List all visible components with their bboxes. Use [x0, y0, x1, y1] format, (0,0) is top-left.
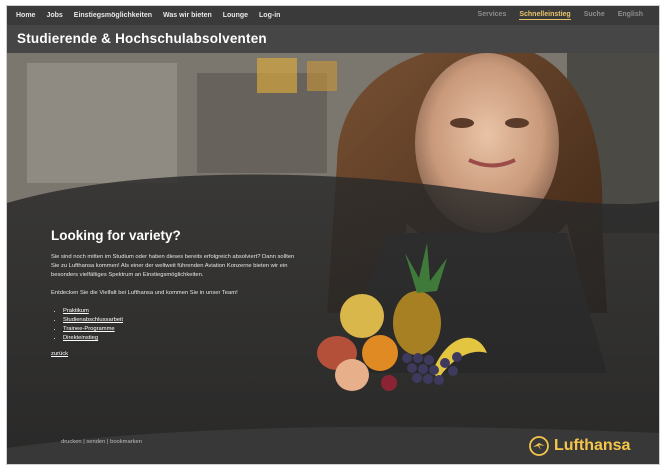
intro-content: Looking for variety? Sie sind noch mitte…: [51, 228, 301, 357]
lufthansa-logo[interactable]: Lufthansa: [529, 436, 630, 456]
service-nav: Services Schnelleinstieg Suche English: [478, 11, 659, 20]
nav-what-we-offer[interactable]: Was wir bieten: [163, 12, 212, 19]
nav-login[interactable]: Log-in: [259, 12, 280, 19]
nav-entry-options[interactable]: Einstiegsmöglichkeiten: [74, 12, 152, 19]
intro-paragraph-2: Entdecken Sie die Vielfalt bei Lufthansa…: [51, 290, 238, 296]
link-thesis[interactable]: Studienabschlussarbeit: [63, 316, 301, 325]
intro-paragraph-1: Sie sind noch mitten im Studium oder hab…: [51, 254, 295, 278]
intro-heading: Looking for variety?: [51, 228, 181, 243]
link-internship[interactable]: Praktikum: [63, 307, 301, 316]
browser-page: Home Jobs Einstiegsmöglichkeiten Was wir…: [6, 5, 660, 465]
entry-links-list: Praktikum Studienabschlussarbeit Trainee…: [51, 307, 301, 343]
brand-name: Lufthansa: [554, 437, 631, 454]
nav-lounge[interactable]: Lounge: [223, 12, 248, 19]
back-link[interactable]: zurück: [51, 351, 301, 357]
nav-english[interactable]: English: [618, 11, 643, 20]
nav-search[interactable]: Suche: [584, 11, 605, 20]
page-title: Studierende & Hochschulabsolventen: [17, 31, 267, 46]
nav-jobs[interactable]: Jobs: [46, 12, 62, 19]
nav-quick-entry[interactable]: Schnelleinstieg: [519, 11, 571, 20]
footer-actions[interactable]: drucken | senden | bookmarken: [61, 439, 142, 445]
main-nav: Home Jobs Einstiegsmöglichkeiten Was wir…: [7, 12, 280, 19]
nav-services[interactable]: Services: [478, 11, 507, 20]
hero-area: Looking for variety? Sie sind noch mitte…: [7, 53, 659, 464]
nav-home[interactable]: Home: [16, 12, 35, 19]
link-direct-entry[interactable]: Direkteinstieg: [63, 334, 301, 343]
top-navigation: Home Jobs Einstiegsmöglichkeiten Was wir…: [7, 6, 659, 25]
page-header: Studierende & Hochschulabsolventen: [7, 25, 659, 53]
link-trainee-programs[interactable]: Trainee-Programme: [63, 325, 301, 334]
crane-logo-icon: [529, 436, 549, 456]
